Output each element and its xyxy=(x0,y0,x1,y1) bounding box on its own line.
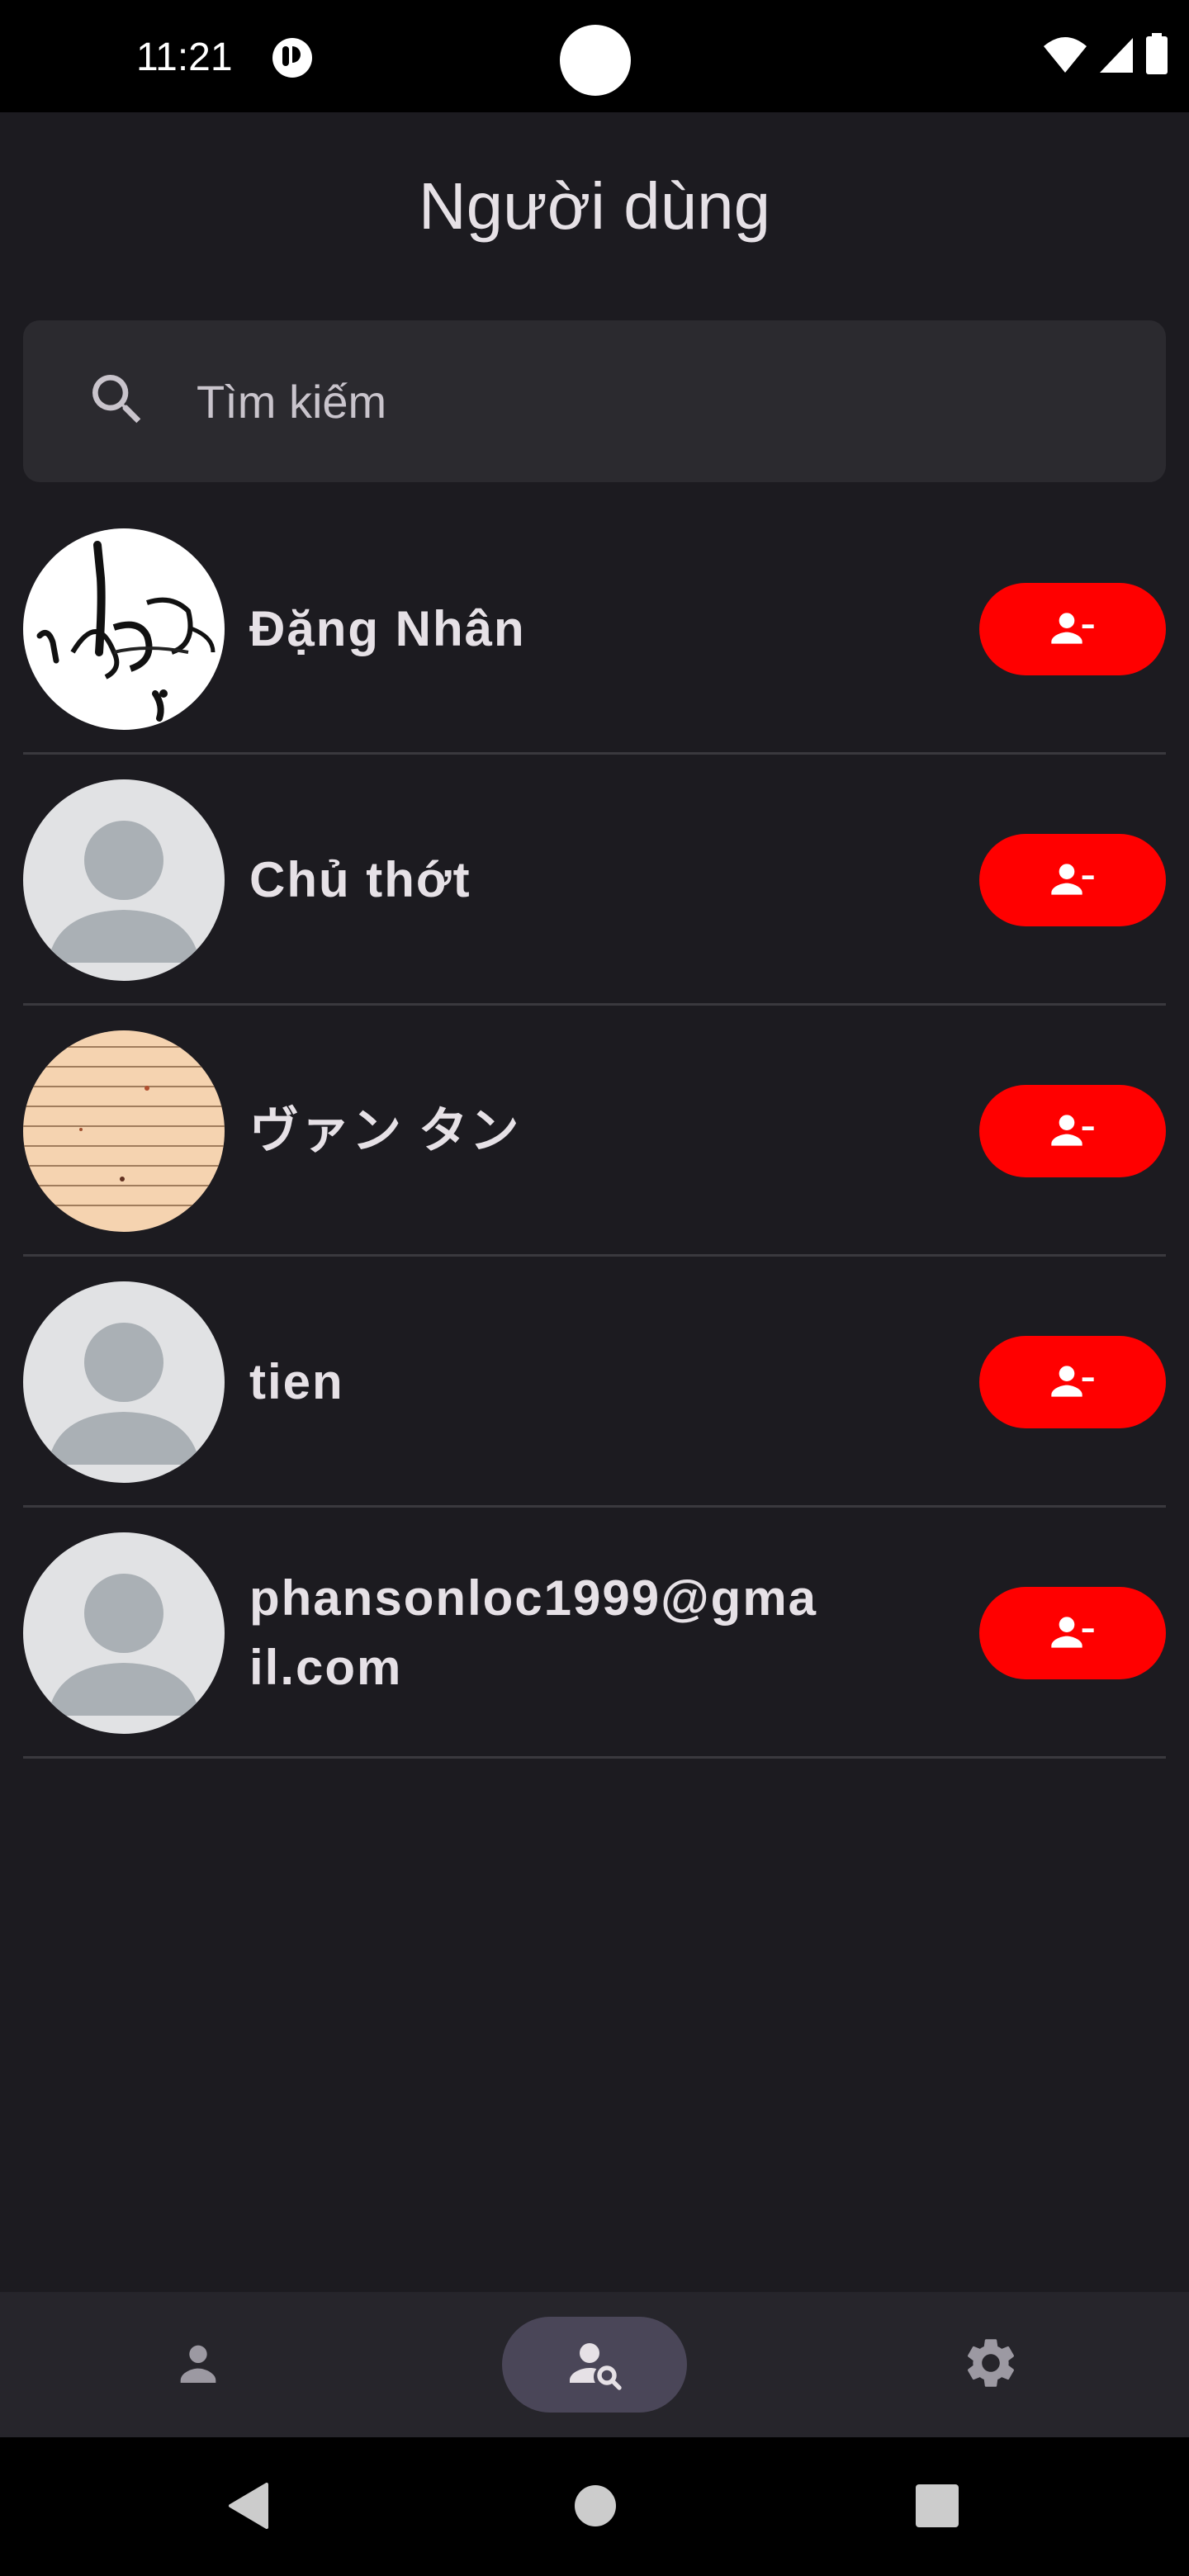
person-remove-icon xyxy=(1049,1358,1096,1407)
status-bar: 11:21 xyxy=(0,0,1189,112)
nav-item-settings[interactable] xyxy=(898,2317,1083,2413)
search-input[interactable] xyxy=(173,360,1123,443)
user-list: Đặng Nhân Chủ thớt ヴァン タン tien phansonlo… xyxy=(23,504,1166,1759)
bottom-navigation xyxy=(0,2292,1189,2437)
person-remove-icon xyxy=(1049,1609,1096,1658)
wifi-icon xyxy=(1042,35,1088,78)
status-indicators xyxy=(1042,32,1169,80)
battery-icon xyxy=(1144,32,1169,80)
home-circle-icon xyxy=(574,2484,617,2531)
recents-button[interactable] xyxy=(900,2470,974,2545)
list-item[interactable]: phansonloc1999@gmail.com xyxy=(23,1508,1166,1759)
user-name: Chủ thớt xyxy=(249,852,471,907)
remove-friend-button[interactable] xyxy=(979,1085,1166,1177)
user-name: Đặng Nhân xyxy=(249,601,526,656)
user-name: tien xyxy=(249,1354,344,1409)
list-item[interactable]: Đặng Nhân xyxy=(23,504,1166,755)
remove-friend-button[interactable] xyxy=(979,583,1166,675)
app-notification-icon xyxy=(271,36,314,79)
camera-cutout xyxy=(560,25,631,96)
search-bar[interactable] xyxy=(23,320,1166,482)
user-name: ヴァン タン xyxy=(249,1103,521,1158)
nav-item-user-search[interactable] xyxy=(502,2317,687,2413)
back-button[interactable] xyxy=(211,2470,286,2545)
user-name: phansonloc1999@gmail.com xyxy=(249,1570,818,1695)
recents-square-icon xyxy=(915,2484,959,2532)
home-button[interactable] xyxy=(558,2470,632,2545)
status-time: 11:21 xyxy=(136,36,233,79)
nav-item-profile[interactable] xyxy=(106,2317,291,2413)
person-remove-icon xyxy=(1049,1107,1096,1156)
person-remove-icon xyxy=(1049,605,1096,654)
page-title: Người dùng xyxy=(418,169,771,243)
person-remove-icon xyxy=(1049,856,1096,905)
avatar xyxy=(23,1030,225,1232)
avatar xyxy=(23,528,225,730)
avatar xyxy=(23,1532,225,1734)
list-item[interactable]: ヴァン タン xyxy=(23,1006,1166,1257)
remove-friend-button[interactable] xyxy=(979,1336,1166,1428)
list-item[interactable]: Chủ thớt xyxy=(23,755,1166,1006)
list-item[interactable]: tien xyxy=(23,1257,1166,1508)
gear-icon xyxy=(961,2333,1021,2397)
person-icon xyxy=(172,2337,225,2394)
signal-icon xyxy=(1098,35,1135,78)
search-icon xyxy=(84,367,150,433)
remove-friend-button[interactable] xyxy=(979,834,1166,926)
person-search-icon xyxy=(565,2333,624,2397)
avatar xyxy=(23,779,225,981)
avatar xyxy=(23,1281,225,1483)
back-triangle-icon xyxy=(225,2481,272,2535)
system-navigation-bar xyxy=(0,2437,1189,2576)
remove-friend-button[interactable] xyxy=(979,1587,1166,1679)
